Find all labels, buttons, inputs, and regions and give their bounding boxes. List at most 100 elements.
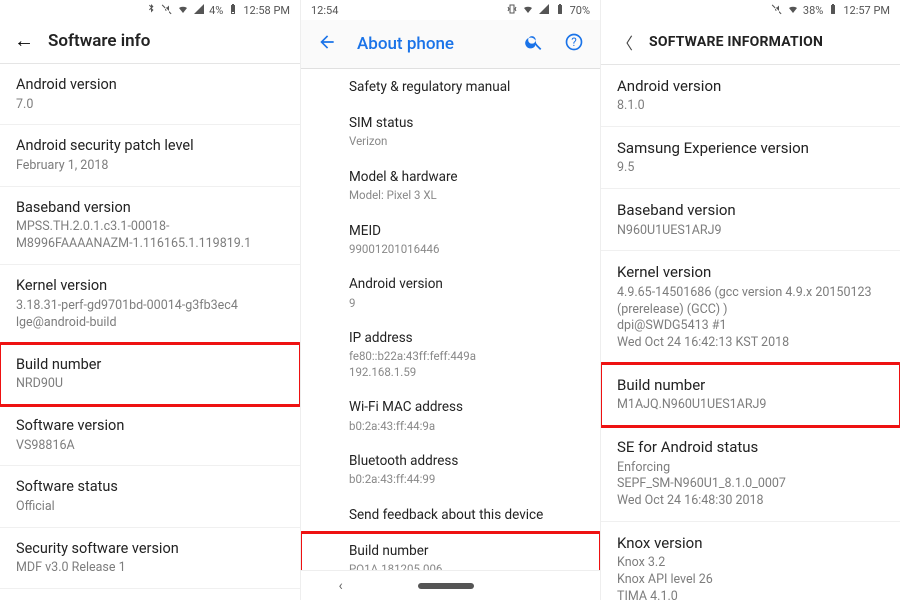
row-label: SE for Android status xyxy=(617,437,884,457)
row-value: Model: Pixel 3 XL xyxy=(349,188,584,204)
row-label: Samsung Experience version xyxy=(617,138,884,158)
row-label: Android version xyxy=(16,75,284,95)
row-value: February 1, 2018 xyxy=(16,158,284,175)
row-label: Model & hardware xyxy=(349,168,584,186)
nav-back-icon[interactable]: ‹ xyxy=(338,578,342,594)
row-value: Enforcing SEPF_SM-N960U1_8.1.0_0007 Wed … xyxy=(617,460,884,511)
settings-row[interactable]: Build number PQ1A.181205.006 xyxy=(301,533,600,570)
settings-row[interactable]: Build numberNRD90U xyxy=(0,344,300,405)
row-label: MEID xyxy=(349,222,584,240)
mute-icon xyxy=(161,3,173,18)
row-value: b0:2a:43:ff:44:99 xyxy=(349,472,584,488)
row-label: Software status xyxy=(16,477,284,497)
nav-home-pill[interactable] xyxy=(418,583,474,589)
row-label: Bluetooth address xyxy=(349,452,584,470)
row-value: MPSS.TH.2.0.1.c3.1-00018- M8996FAAAANAZM… xyxy=(16,219,284,253)
row-label: Baseband version xyxy=(617,200,884,220)
row-value: 8.1.0 xyxy=(617,98,884,115)
row-label: Wi-Fi MAC address xyxy=(349,398,584,416)
row-value: 9.5 xyxy=(617,160,884,177)
row-label: Software version xyxy=(16,416,284,436)
settings-row[interactable]: Wi-Fi MAC address b0:2a:43:ff:44:9a xyxy=(301,389,600,443)
status-time: 12:57 PM xyxy=(843,4,890,17)
settings-row[interactable]: Send feedback about this device xyxy=(301,497,600,533)
settings-list[interactable]: Android version 7.0 Android security patch… xyxy=(0,64,300,600)
battery-percent: 70% xyxy=(570,4,590,17)
row-value: 4.9.65-14501686 (gcc version 4.9.x 20150… xyxy=(617,285,884,353)
row-value: PQ1A.181205.006 xyxy=(349,562,584,570)
help-icon[interactable]: ? xyxy=(564,32,584,56)
row-value: NRD90U xyxy=(16,376,284,393)
row-label: Build number xyxy=(349,542,584,560)
bluetooth-icon xyxy=(145,3,157,18)
settings-row[interactable]: Android version 7.0 xyxy=(0,64,300,125)
settings-row[interactable]: Safety & regulatory manual xyxy=(301,69,600,105)
settings-row[interactable]: Knox versionKnox 3.2 Knox API level 26 T… xyxy=(601,522,900,600)
settings-row[interactable]: MEID99001201016446 xyxy=(301,213,600,267)
settings-row[interactable]: Model & hardware Model: Pixel 3 XL xyxy=(301,159,600,213)
row-label: IP address xyxy=(349,329,584,347)
status-time: 12:54 xyxy=(311,4,338,17)
wifi-icon xyxy=(787,3,799,18)
settings-list[interactable]: Safety & regulatory manual SIM statusVeri… xyxy=(301,69,600,570)
phone-pane-3: 38% 12:57 PM 〈 SOFTWARE INFORMATION Andr… xyxy=(600,0,900,600)
row-label: Android version xyxy=(349,275,584,293)
settings-row[interactable]: SIM statusVerizon xyxy=(301,105,600,159)
battery-icon xyxy=(827,3,839,18)
settings-row[interactable]: Kernel version3.18.31-perf-gd9701bd-0001… xyxy=(0,265,300,343)
settings-row[interactable]: Security software versionMDF v3.0 Releas… xyxy=(0,528,300,589)
mute-icon xyxy=(771,3,783,18)
signal-icon xyxy=(538,3,550,18)
row-label: Android security patch level xyxy=(16,136,284,156)
vibrate-icon xyxy=(506,3,518,18)
settings-row[interactable]: Baseband versionMPSS.TH.2.0.1.c3.1-00018… xyxy=(0,187,300,265)
row-value: fe80::b22a:43ff:feff:449a 192.168.1.59 xyxy=(349,349,584,380)
row-value: 7.0 xyxy=(16,97,284,114)
settings-row[interactable]: Samsung Experience version 9.5 xyxy=(601,127,900,189)
header: ← Software info xyxy=(0,20,300,64)
settings-row[interactable]: Baseband version N960U1UES1ARJ9 xyxy=(601,189,900,251)
settings-list[interactable]: Android version 8.1.0 Samsung Experience v… xyxy=(601,65,900,600)
settings-row[interactable]: Android version 9 xyxy=(301,266,600,320)
status-bar: 4% 12:58 PM xyxy=(0,0,300,20)
row-value: 3.18.31-perf-gd9701bd-00014-g3fb3ec4 lge… xyxy=(16,298,284,332)
settings-row[interactable]: Build number M1AJQ.N960U1UES1ARJ9 xyxy=(601,364,900,426)
row-label: Send feedback about this device xyxy=(349,506,584,524)
row-value: Knox 3.2 Knox API level 26 TIMA 4.1.0 xyxy=(617,555,884,600)
status-bar: 38% 12:57 PM xyxy=(601,0,900,20)
battery-icon xyxy=(227,3,239,18)
settings-row[interactable]: Software status Official xyxy=(0,466,300,527)
row-value: N960U1UES1ARJ9 xyxy=(617,223,884,240)
signal-icon xyxy=(193,3,205,18)
row-value: Official xyxy=(16,499,284,516)
row-label: Safety & regulatory manual xyxy=(349,78,584,96)
status-bar: 12:54 70% xyxy=(301,0,600,20)
page-title: Software info xyxy=(48,31,150,51)
row-value: M1AJQ.N960U1UES1ARJ9 xyxy=(617,397,884,414)
row-label: Kernel version xyxy=(617,262,884,282)
back-chevron-icon[interactable]: 〈 xyxy=(617,30,633,54)
row-label: Android version xyxy=(617,76,884,96)
settings-row[interactable]: IP addressfe80::b22a:43ff:feff:449a 192.… xyxy=(301,320,600,389)
row-label: Build number xyxy=(16,355,284,375)
nav-bar: ‹ xyxy=(301,570,600,600)
row-value: 9 xyxy=(349,296,584,312)
row-label: Security software version xyxy=(16,539,284,559)
search-icon[interactable] xyxy=(524,32,544,56)
row-value: VS98816A xyxy=(16,438,284,455)
settings-row[interactable]: Software version VS98816A xyxy=(0,405,300,466)
back-arrow-icon[interactable]: ← xyxy=(14,28,34,53)
settings-row[interactable]: SE for Android status Enforcing SEPF_SM-N… xyxy=(601,426,900,522)
settings-row[interactable]: Android version 8.1.0 xyxy=(601,65,900,127)
back-arrow-icon[interactable] xyxy=(317,32,337,56)
row-value: MDF v3.0 Release 1 xyxy=(16,560,284,577)
phone-pane-1: 4% 12:58 PM ← Software info Android vers… xyxy=(0,0,300,600)
settings-row[interactable]: Bluetooth address b0:2a:43:ff:44:99 xyxy=(301,443,600,497)
settings-row[interactable]: Android security patch level February 1, … xyxy=(0,125,300,186)
settings-row[interactable]: Kernel version 4.9.65-14501686 (gcc versi… xyxy=(601,251,900,364)
row-label: Build number xyxy=(617,375,884,395)
row-label: Kernel version xyxy=(16,276,284,296)
row-value: b0:2a:43:ff:44:9a xyxy=(349,419,584,435)
row-label: Baseband version xyxy=(16,198,284,218)
page-title: SOFTWARE INFORMATION xyxy=(649,34,823,50)
